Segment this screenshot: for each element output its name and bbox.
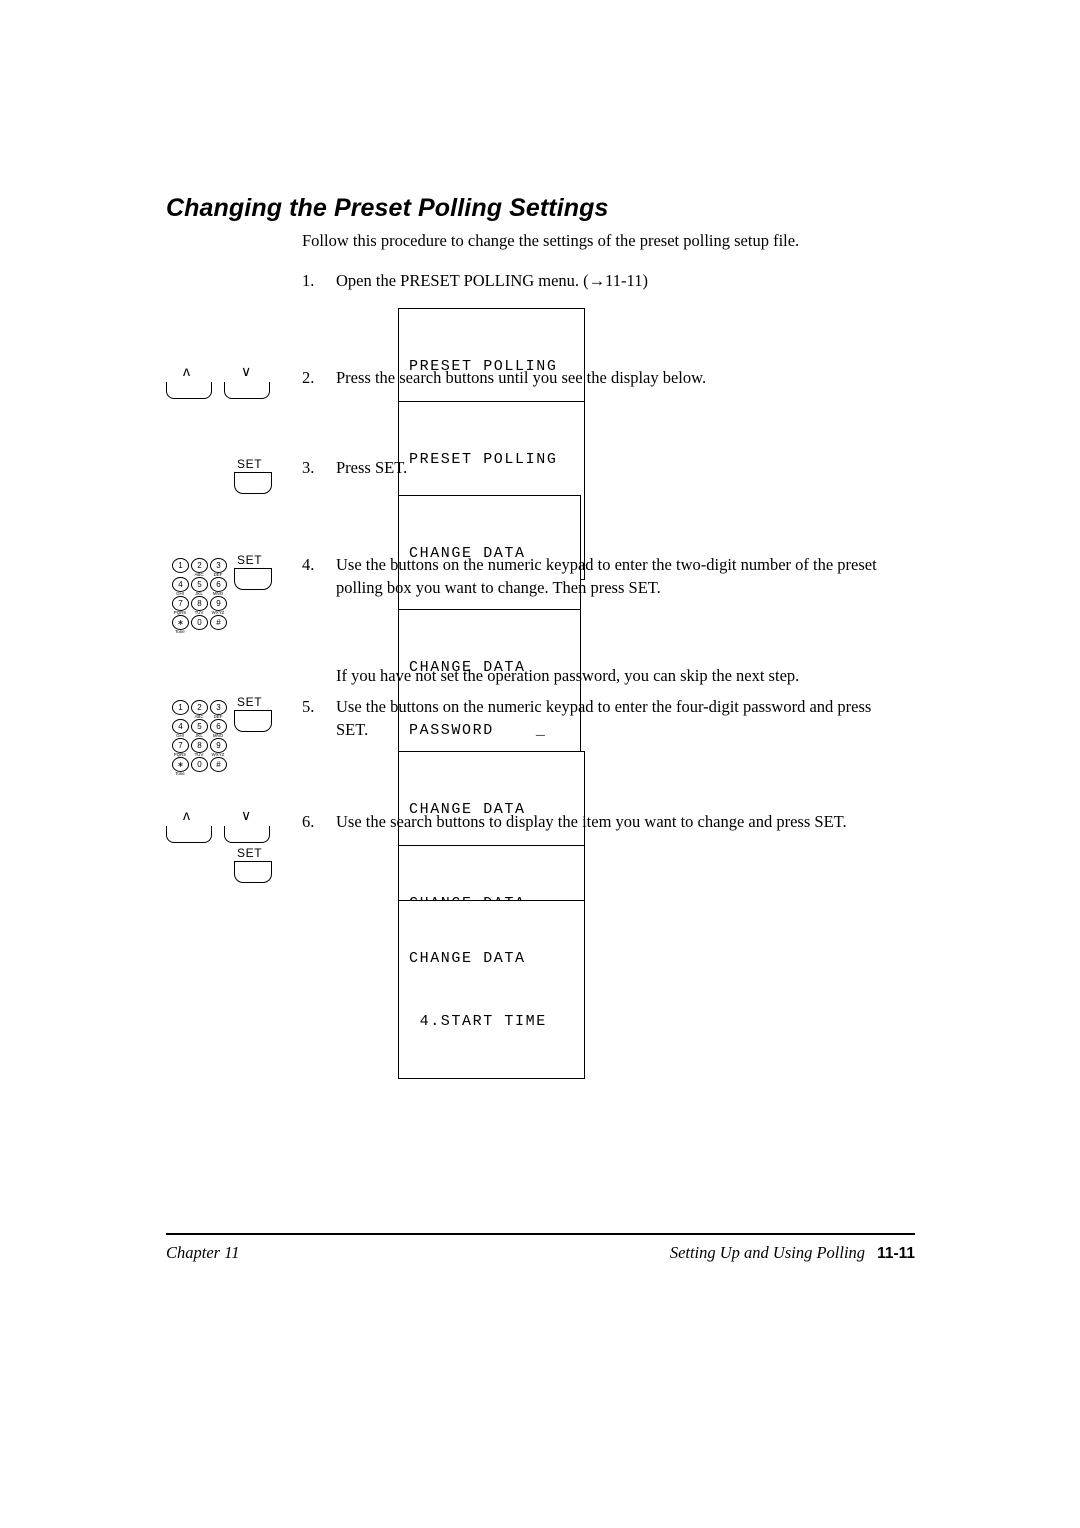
step-4: 4. Use the buttons on the numeric keypad… [302, 553, 902, 599]
search-up-button[interactable] [166, 826, 212, 843]
set-button-step-4[interactable]: SET [234, 553, 274, 592]
set-button-shape-4[interactable] [234, 568, 272, 590]
keypad-key-7[interactable]: 7 [172, 738, 189, 753]
page-title: Changing the Preset Polling Settings [166, 194, 609, 222]
step-2: 2. Press the search buttons until you se… [302, 366, 902, 389]
set-button-step-5[interactable]: SET [234, 695, 274, 734]
set-button-label-4: SET [237, 553, 263, 567]
search-buttons-step-6[interactable]: ʌ ∨ [166, 808, 276, 844]
keypad-key-4[interactable]: 4 [172, 719, 189, 734]
step-2-number: 2. [302, 368, 315, 387]
set-button-shape-5[interactable] [234, 710, 272, 732]
step-6-text: Use the search buttons to display the it… [336, 812, 847, 831]
document-page: Changing the Preset Polling Settings Fol… [0, 0, 1080, 1528]
step-4-number: 4. [302, 555, 315, 574]
keypad-key-star[interactable]: ∗ [172, 615, 189, 630]
keypad-key-9[interactable]: 9 [210, 596, 227, 611]
search-down-button[interactable] [224, 382, 270, 399]
step-1: 1. Open the PRESET POLLING menu. (→11-11… [302, 269, 902, 292]
step-3-text: Press SET. [336, 458, 408, 477]
step-1-text: Open the PRESET POLLING menu. (→11-11) [336, 271, 648, 290]
keypad-key-5[interactable]: 5 [191, 719, 208, 734]
keypad-key-2[interactable]: 2 [191, 558, 208, 573]
search-up-caret-icon: ʌ [183, 363, 190, 379]
step-5-text: Use the buttons on the numeric keypad to… [336, 697, 872, 739]
numeric-keypad-step-5[interactable]: 1 2 3 ABC DEF 4 5 6 GHI JKL MNO 7 8 9 PQ… [172, 700, 238, 776]
footer-section-title: Setting Up and Using Polling [669, 1243, 866, 1262]
search-down-button[interactable] [224, 826, 270, 843]
keypad-key-6[interactable]: 6 [210, 577, 227, 592]
set-button-step-3[interactable]: SET [234, 457, 274, 496]
step-6-number: 6. [302, 812, 315, 831]
keypad-sub-star: Tone [175, 629, 185, 634]
footer-page-number: 11-11 [877, 1245, 915, 1262]
set-button-label-6: SET [237, 846, 263, 860]
keypad-sub-star: Tone [175, 771, 185, 776]
keypad-key-6[interactable]: 6 [210, 719, 227, 734]
lcd-7-line-2: 4.START TIME [409, 1013, 547, 1030]
step-6: 6. Use the search buttons to display the… [302, 810, 922, 833]
keypad-key-3[interactable]: 3 [210, 700, 227, 715]
keypad-key-8[interactable]: 8 [191, 738, 208, 753]
keypad-key-2[interactable]: 2 [191, 700, 208, 715]
numeric-keypad-step-4[interactable]: 1 2 3 ABC DEF 4 5 6 GHI JKL MNO 7 8 9 PQ… [172, 558, 238, 634]
step-1-number: 1. [302, 271, 315, 290]
keypad-key-1[interactable]: 1 [172, 558, 189, 573]
search-buttons-step-2[interactable]: ʌ ∨ [166, 364, 276, 400]
step-2-text: Press the search buttons until you see t… [336, 368, 707, 387]
step-3: 3. Press SET. [302, 456, 902, 479]
footer-right: Setting Up and Using Polling 11-11 [670, 1243, 915, 1263]
step-5-number: 5. [302, 697, 315, 716]
intro-paragraph: Follow this procedure to change the sett… [302, 231, 800, 250]
keypad-key-0[interactable]: 0 [191, 757, 208, 772]
search-down-caret-icon: ∨ [241, 807, 252, 823]
search-up-button[interactable] [166, 382, 212, 399]
keypad-key-7[interactable]: 7 [172, 596, 189, 611]
keypad-key-0[interactable]: 0 [191, 615, 208, 630]
keypad-key-1[interactable]: 1 [172, 700, 189, 715]
set-button-shape-6[interactable] [234, 861, 272, 883]
keypad-key-9[interactable]: 9 [210, 738, 227, 753]
password-note: If you have not set the operation passwo… [336, 666, 800, 685]
step-3-number: 3. [302, 458, 315, 477]
keypad-key-5[interactable]: 5 [191, 577, 208, 592]
search-down-caret-icon: ∨ [241, 363, 252, 379]
set-button-shape-3[interactable] [234, 472, 272, 494]
keypad-key-3[interactable]: 3 [210, 558, 227, 573]
step-5: 5. Use the buttons on the numeric keypad… [302, 695, 902, 741]
keypad-key-star[interactable]: ∗ [172, 757, 189, 772]
keypad-key-4[interactable]: 4 [172, 577, 189, 592]
lcd-display-7: CHANGE DATA 4.START TIME [398, 900, 585, 1079]
footer-chapter: Chapter 11 [166, 1243, 240, 1262]
set-button-step-6[interactable]: SET [234, 846, 274, 885]
keypad-key-hash[interactable]: # [210, 615, 227, 630]
step-4-text: Use the buttons on the numeric keypad to… [336, 555, 877, 597]
search-up-caret-icon: ʌ [183, 807, 190, 823]
set-button-label-3: SET [237, 457, 263, 471]
lcd-7-line-1: CHANGE DATA [409, 950, 526, 967]
set-button-label-5: SET [237, 695, 263, 709]
keypad-key-hash[interactable]: # [210, 757, 227, 772]
footer-divider [166, 1233, 915, 1235]
keypad-key-8[interactable]: 8 [191, 596, 208, 611]
